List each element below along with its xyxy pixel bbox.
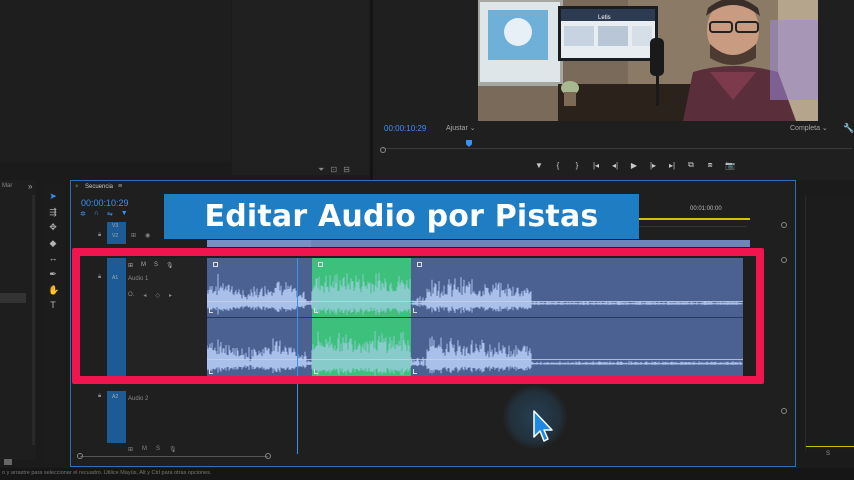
step-forward-icon[interactable]: |▸ — [649, 161, 657, 170]
timeline-timecode[interactable]: 00:00:10:29 — [81, 198, 129, 208]
status-icon — [4, 459, 12, 465]
solo-button[interactable]: S — [156, 446, 160, 453]
pen-tool-icon[interactable]: ✒ — [48, 269, 58, 279]
export-frame-icon[interactable]: 📷 — [725, 161, 735, 170]
lock-icon[interactable]: 🔒︎ — [98, 393, 101, 400]
add-marker-icon[interactable]: ▼ — [535, 161, 543, 170]
mouse-cursor-icon — [533, 410, 553, 442]
scrollbar-start-knob[interactable] — [77, 453, 83, 459]
timeline-tab[interactable]: Secuencia — [85, 184, 113, 190]
monitor-label-text: Letis — [598, 15, 611, 21]
track-a2-label: A2 — [112, 394, 119, 400]
resolution-value: Completa — [790, 125, 820, 132]
filter-icon[interactable]: ⏷ — [318, 165, 324, 175]
project-panel-tab[interactable]: Mar — [2, 183, 12, 189]
ripple-edit-tool-icon[interactable]: ✥ — [48, 222, 58, 232]
work-area-bar[interactable] — [635, 218, 750, 220]
highlight-frame — [72, 248, 764, 384]
close-icon[interactable]: × — [75, 184, 79, 190]
audio-meter-panel — [805, 196, 854, 451]
menu-icon[interactable]: ≡ — [118, 183, 122, 190]
program-zoom-knob[interactable] — [380, 147, 386, 153]
title-overlay-text: Editar Audio por Pistas — [204, 199, 599, 234]
title-overlay: Editar Audio por Pistas — [164, 194, 639, 239]
video-frame-image: Letis — [478, 0, 818, 121]
step-back-icon[interactable]: ◂| — [611, 161, 619, 170]
play-icon[interactable]: ▶ — [630, 161, 638, 170]
chevron-down-icon: ⌄ — [469, 125, 476, 132]
lock-icon[interactable]: 🔒︎ — [98, 232, 101, 239]
nest-icon[interactable]: ✲ — [80, 210, 86, 218]
transport-controls: ▼ { } |◂ ◂| ▶ |▸ ▸| ⧉ ⧈ 📷 — [535, 158, 765, 172]
wrench-icon[interactable]: 🔧 — [843, 123, 854, 134]
selection-tool-icon[interactable]: ➤ — [48, 191, 58, 201]
video-clip-selected[interactable] — [207, 240, 311, 247]
sync-icon[interactable]: ⊞ — [128, 446, 133, 453]
playback-resolution-dropdown[interactable]: Completa ⌄ — [790, 124, 828, 132]
scrollbar-end-knob[interactable] — [265, 453, 271, 459]
track-v3-label: V3 — [112, 223, 119, 229]
razor-tool-icon[interactable]: ◆ — [48, 238, 58, 248]
vertical-zoom-knob[interactable] — [781, 257, 787, 263]
track-select-tool-icon[interactable]: ⇶ — [48, 207, 58, 217]
mute-button[interactable]: M — [142, 446, 147, 453]
a3-track-controls: ⊞ M S 🎙 — [128, 446, 177, 453]
lift-icon[interactable]: ⧉ — [687, 160, 695, 170]
project-panel — [0, 180, 36, 460]
new-bin-icon[interactable]: ⊡ — [330, 165, 337, 175]
linked-selection-icon[interactable]: ⇋ — [107, 210, 113, 218]
chevron-down-icon: ⌄ — [821, 125, 828, 132]
chevron-right-icon[interactable]: » — [28, 182, 32, 191]
eye-icon[interactable]: ◉ — [145, 232, 150, 239]
slip-tool-icon[interactable]: ↔ — [48, 253, 58, 263]
effects-panel-tools: ⏷ ⊡ ⊟ — [318, 165, 350, 175]
mark-out-icon[interactable]: } — [573, 161, 581, 170]
type-tool-icon[interactable]: T — [48, 300, 58, 310]
snap-icon[interactable]: ∩ — [94, 210, 99, 218]
microphone-icon[interactable]: 🎙 — [169, 446, 177, 453]
go-to-in-icon[interactable]: |◂ — [592, 161, 600, 170]
hand-tool-icon[interactable]: ✋ — [48, 285, 59, 295]
trash-icon[interactable]: ⊟ — [343, 165, 350, 175]
fit-dropdown-value: Ajustar — [446, 125, 468, 132]
source-monitor-panel — [0, 0, 231, 162]
vertical-zoom-knob[interactable] — [781, 408, 787, 414]
track-v2-label: V2 — [112, 233, 119, 239]
timeline-toolbar: ✲ ∩ ⇋ ▼ — [80, 210, 128, 218]
program-timecode[interactable]: 00:00:10:29 — [384, 124, 426, 133]
track-a2-name: Audio 2 — [128, 396, 149, 402]
fit-dropdown[interactable]: Ajustar ⌄ — [446, 124, 492, 134]
timeline-horizontal-scrollbar[interactable] — [80, 456, 268, 457]
project-scrollbar[interactable] — [32, 195, 35, 445]
vertical-zoom-knob[interactable] — [781, 222, 787, 228]
mark-in-icon[interactable]: { — [554, 161, 562, 170]
ruler-time-label: 00:01:00:00 — [690, 206, 722, 212]
marker-icon[interactable]: ▼ — [121, 210, 128, 218]
go-to-out-icon[interactable]: ▸| — [668, 161, 676, 170]
program-video-frame: Letis — [478, 0, 818, 121]
extract-icon[interactable]: ⧈ — [706, 160, 714, 170]
audio-meter-solo-label[interactable]: S — [826, 451, 830, 457]
project-selected-item[interactable] — [0, 293, 26, 303]
effects-panel — [232, 0, 369, 175]
program-time-ruler[interactable] — [382, 148, 852, 149]
audio-meter-level — [806, 446, 854, 447]
sync-icon[interactable]: ⊞ — [131, 232, 136, 239]
status-bar-text: o y arrastre para seleccionar el recuadr… — [2, 470, 212, 476]
